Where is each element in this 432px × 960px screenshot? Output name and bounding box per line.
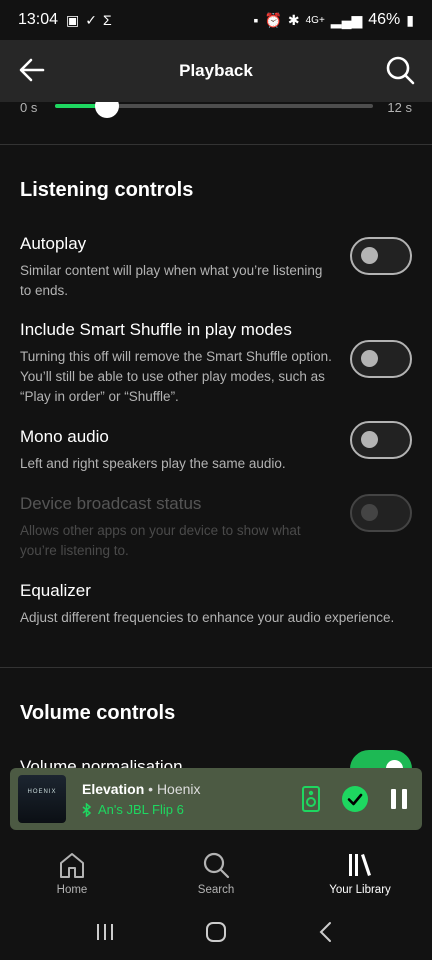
setting-description: Allows other apps on your device to show… [20, 523, 301, 558]
equalizer-setting[interactable]: Equalizer Adjust different frequencies t… [0, 580, 432, 667]
mono-audio-setting[interactable]: Mono audio Left and right speakers play … [0, 421, 432, 493]
saved-check-icon[interactable] [340, 784, 370, 814]
lock-icon: ▪ [253, 12, 259, 28]
setting-description: Similar content will play when what you’… [20, 263, 323, 298]
back-arrow-icon[interactable] [16, 54, 48, 86]
library-icon [349, 854, 371, 876]
alarm-icon: ⏰ [264, 11, 282, 28]
album-art-text: HOENIX [27, 789, 57, 795]
nav-label: Your Library [329, 884, 391, 896]
search-icon[interactable] [384, 54, 416, 86]
check-circle-icon: ✓ [85, 11, 98, 28]
slider-thumb[interactable] [95, 102, 120, 118]
toggle-knob [361, 504, 378, 521]
signal-icon: ▂▄▆ [330, 11, 363, 28]
artist-name: Hoenix [156, 781, 201, 797]
slider-min-label: 0 s [20, 102, 38, 115]
volume-controls-title: Volume controls [20, 702, 176, 724]
search-icon [203, 852, 230, 879]
slider-max-label: 12 s [387, 102, 412, 115]
toggle-knob [361, 247, 378, 264]
sigma-icon: Σ [103, 11, 112, 28]
device-broadcast-setting: Device broadcast status Allows other app… [0, 493, 432, 580]
app-bar: Playback [0, 40, 432, 102]
bluetooth-icon: ✱ [287, 11, 300, 28]
back-button-icon[interactable] [315, 920, 339, 944]
setting-label: Mono audio [20, 427, 109, 446]
now-playing-info[interactable]: Elevation • Hoenix An's JBL Flip 6 [82, 781, 282, 817]
listening-controls-title: Listening controls [20, 179, 194, 201]
nav-search[interactable]: Search [144, 830, 288, 910]
crossfade-slider[interactable] [55, 102, 373, 118]
battery-icon: ▮ [406, 11, 414, 28]
gallery-icon: ▣ [66, 11, 80, 28]
settings-content[interactable]: 0 s 12 s Listening controls Autoplay Sim… [0, 102, 432, 770]
smart-shuffle-toggle[interactable] [350, 340, 412, 378]
home-button-icon[interactable] [204, 920, 228, 944]
speaker-device-icon[interactable] [296, 784, 326, 814]
device-name: An's JBL Flip 6 [98, 802, 184, 817]
autoplay-toggle[interactable] [350, 237, 412, 275]
bluetooth-icon [82, 802, 92, 817]
setting-label: Autoplay [20, 234, 87, 253]
mono-audio-toggle[interactable] [350, 421, 412, 459]
smart-shuffle-setting[interactable]: Include Smart Shuffle in play modes Turn… [0, 319, 432, 426]
pause-icon[interactable] [384, 784, 414, 814]
setting-description: Turning this off will remove the Smart S… [20, 349, 332, 404]
mini-player[interactable]: HOENIX Elevation • Hoenix An's JBL Flip … [10, 768, 422, 830]
setting-label: Device broadcast status [20, 494, 202, 513]
system-nav-bar [0, 904, 432, 960]
home-icon [60, 853, 84, 878]
setting-description: Adjust different frequencies to enhance … [20, 610, 395, 625]
toggle-knob [361, 350, 378, 367]
bottom-nav: Home Search Your Library [0, 830, 432, 910]
network-type: 4G+ [305, 14, 325, 26]
device-broadcast-toggle [350, 494, 412, 532]
recent-apps-icon[interactable] [93, 920, 117, 944]
nav-label: Home [56, 884, 88, 896]
status-notification-icons: ▣ ✓ Σ [66, 12, 112, 29]
song-title: Elevation [82, 781, 145, 797]
setting-description: Left and right speakers play the same au… [20, 456, 286, 471]
crossfade-slider-row: 0 s 12 s [0, 102, 432, 144]
setting-label: Equalizer [20, 581, 91, 600]
connected-device: An's JBL Flip 6 [82, 802, 282, 817]
title-separator: • [144, 781, 157, 797]
nav-label: Search [197, 884, 235, 896]
status-bar: 13:04 ▣ ✓ Σ ▪ ⏰ ✱ 4G+ ▂▄▆ 46% ▮ [0, 0, 432, 40]
page-title: Playback [179, 61, 253, 80]
nav-home[interactable]: Home [0, 830, 144, 910]
album-art[interactable]: HOENIX [18, 775, 66, 823]
autoplay-setting[interactable]: Autoplay Similar content will play when … [0, 233, 432, 319]
battery-percent: 46% [368, 11, 401, 28]
setting-label: Include Smart Shuffle in play modes [20, 320, 292, 339]
nav-your-library[interactable]: Your Library [288, 830, 432, 910]
status-system-icons: ▪ ⏰ ✱ 4G+ ▂▄▆ 46% ▮ [253, 11, 414, 29]
track-line: Elevation • Hoenix [82, 781, 282, 797]
volume-normalisation-toggle[interactable] [350, 750, 412, 770]
status-time: 13:04 [18, 11, 59, 28]
toggle-knob [361, 431, 378, 448]
